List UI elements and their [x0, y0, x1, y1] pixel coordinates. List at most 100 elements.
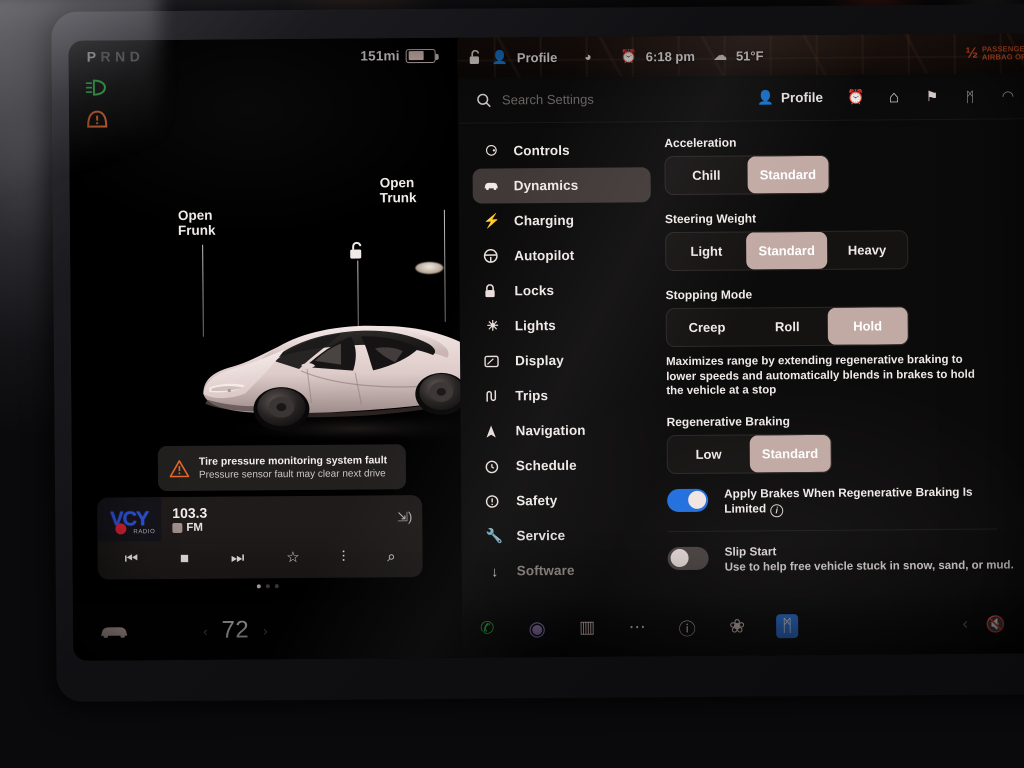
volume-control: ‹ 🔇 › [962, 614, 1024, 635]
stopping-option-roll[interactable]: Roll [747, 308, 828, 346]
slip-start-subtitle: Use to help free vehicle stuck in snow, … [724, 558, 1014, 574]
sidebar-item-service[interactable]: 🔧 Service [475, 517, 653, 553]
car-front-icon[interactable] [99, 624, 129, 639]
battery-icon [405, 48, 436, 63]
sidebar-item-navigation[interactable]: Navigation [474, 412, 652, 448]
quick-bluetooth-icon[interactable]: ᛗ [951, 88, 989, 104]
steering-weight-label: Steering Weight [664, 211, 757, 227]
temp-increase-button[interactable]: › [263, 623, 267, 638]
equalizer-button[interactable]: ⫶ [342, 548, 346, 565]
quick-wifi-icon[interactable]: ◠ [989, 87, 1024, 104]
steering-wheel-icon [483, 248, 501, 263]
bottom-bar-right: ✆ ◉ ▥ ⋯ ⓘ ❀ ᛗ ‹ 🔇 › [462, 612, 1024, 642]
screen-icon [484, 355, 502, 367]
camera-icon[interactable]: ◉ [512, 615, 562, 640]
volume-mute-icon[interactable]: 🔇 [986, 614, 1006, 634]
regen-option-low[interactable]: Low [668, 435, 750, 473]
wifi-icon[interactable]: ◕ [584, 50, 591, 64]
stop-button[interactable]: ■ [180, 549, 189, 566]
next-track-button[interactable]: ⏭ [231, 549, 245, 566]
tire-pressure-warning-icon [85, 108, 109, 128]
steering-option-heavy[interactable]: Heavy [827, 231, 908, 269]
fan-icon[interactable]: ❀ [712, 615, 762, 638]
volume-down-button[interactable]: ‹ [962, 616, 967, 634]
manual-book-icon[interactable]: ⓘ [662, 614, 712, 639]
quick-profile-button[interactable]: 👤 Profile [757, 89, 823, 106]
acceleration-option-chill[interactable]: Chill [665, 156, 747, 194]
sidebar-item-lights[interactable]: ☀ Lights [474, 307, 652, 343]
sidebar-label-dynamics: Dynamics [513, 177, 579, 194]
slip-start-title: Slip Start [724, 543, 777, 559]
media-controls: ⏮ ■ ⏭ ☆ ⫶ ⌕ [97, 539, 422, 580]
photograph-of-tesla-touchscreen: PRND 151mi Open Frunk Open Trunk Tire pr… [0, 0, 1024, 768]
quick-alarm-icon[interactable]: ⏰ [837, 88, 875, 105]
steering-option-light[interactable]: Light [666, 232, 747, 270]
sidebar-item-charging[interactable]: ⚡ Charging [473, 202, 651, 238]
settings-panel: 👤 Profile ◕ ⏰ 6:18 pm ☁ 51°F ½ PASSENGER… [457, 33, 1024, 658]
tire-pressure-notification[interactable]: Tire pressure monitoring system fault Pr… [157, 444, 407, 492]
sidebar-item-schedule[interactable]: Schedule [475, 447, 653, 483]
settings-sidebar: ⚆ Controls Dynamics ⚡ Charging Autopilot… [458, 122, 662, 658]
gear-indicator: PRND [87, 48, 145, 64]
sidebar-item-dynamics[interactable]: Dynamics [472, 167, 651, 204]
media-player-card[interactable]: VCY RADIO 103.3 FM ⇲) ⏮ ■ ⏭ ☆ ⫶ ⌕ [97, 495, 423, 580]
more-dots-icon[interactable]: ⋯ [612, 617, 662, 637]
quick-notification-bell-icon[interactable]: ⚑ [913, 88, 951, 105]
open-trunk-callout[interactable]: Open Trunk [380, 175, 417, 205]
media-page-dots[interactable] [73, 583, 462, 590]
stopping-option-hold[interactable]: Hold [827, 307, 908, 345]
slip-start-toggle[interactable] [667, 546, 709, 570]
search-icon[interactable] [476, 92, 492, 108]
low-beam-headlight-icon [85, 78, 111, 96]
band-chip-icon [172, 522, 183, 533]
warning-triangle-icon [169, 460, 190, 478]
previous-track-button[interactable]: ⏮ [124, 550, 138, 567]
settings-body: ⚆ Controls Dynamics ⚡ Charging Autopilot… [458, 119, 1024, 658]
sidebar-item-autopilot[interactable]: Autopilot [473, 237, 651, 273]
sidebar-item-safety[interactable]: Safety [475, 482, 653, 518]
unlocked-padlock-icon[interactable] [468, 49, 483, 66]
stopping-option-creep[interactable]: Creep [667, 308, 748, 346]
quick-home-icon[interactable]: ⌂ [875, 87, 913, 107]
dynamics-settings-content: Acceleration Chill Standard Steering Wei… [658, 119, 1024, 656]
person-icon[interactable]: 👤 [492, 49, 508, 65]
unlocked-padlock-icon[interactable] [348, 241, 365, 260]
passenger-airbag-off-indicator: ½ PASSENGER AIRBAG OFF [965, 44, 1024, 63]
open-frunk-callout[interactable]: Open Frunk [178, 208, 216, 238]
radio-band: FM [186, 521, 204, 534]
regenerative-braking-segmented-control: Low Standard [666, 433, 832, 474]
sidebar-item-controls[interactable]: ⚆ Controls [472, 132, 650, 168]
acceleration-option-standard[interactable]: Standard [746, 155, 829, 194]
phone-icon[interactable]: ✆ [462, 618, 512, 638]
page-dot-3[interactable] [274, 584, 279, 589]
bluetooth-icon[interactable]: ᛗ [776, 614, 799, 639]
cast-audio-icon[interactable]: ⇲) [397, 509, 412, 525]
search-media-button[interactable]: ⌕ [387, 548, 396, 565]
apply-brakes-toggle[interactable] [667, 488, 709, 512]
station-artwork: VCY RADIO [97, 497, 162, 542]
slip-start-setting-row: Slip Start Use to help free vehicle stuc… [667, 542, 1023, 576]
station-logo-sub: RADIO [133, 529, 156, 536]
steering-option-standard[interactable]: Standard [746, 231, 828, 270]
sidebar-item-locks[interactable]: Locks [473, 272, 651, 308]
alarm-clock-icon[interactable]: ⏰ [621, 48, 637, 64]
sidebar-item-trips[interactable]: Trips [474, 377, 652, 413]
favorite-star-button[interactable]: ☆ [286, 549, 300, 566]
touchscreen-display: PRND 151mi Open Frunk Open Trunk Tire pr… [68, 33, 1024, 661]
page-dot-1[interactable] [256, 584, 261, 589]
temperature-value[interactable]: 72 [221, 616, 249, 644]
sidebar-label-locks: Locks [514, 282, 555, 299]
open-trunk-line1: Open [379, 175, 415, 191]
seat-heater-icon[interactable]: ▥ [562, 618, 612, 638]
sidebar-item-display[interactable]: Display [474, 342, 652, 378]
sidebar-label-lights: Lights [514, 317, 556, 334]
steering-weight-segmented-control: Light Standard Heavy [665, 230, 909, 272]
sidebar-item-software[interactable]: ↓ Software [476, 552, 654, 588]
temp-decrease-button[interactable]: ‹ [203, 623, 207, 638]
regen-option-standard[interactable]: Standard [749, 434, 831, 472]
info-circle-icon[interactable]: i [770, 503, 784, 517]
airbag-symbol: ½ [965, 44, 979, 62]
page-dot-2[interactable] [265, 584, 270, 589]
search-input[interactable] [501, 90, 733, 108]
status-profile-label[interactable]: Profile [517, 49, 558, 64]
